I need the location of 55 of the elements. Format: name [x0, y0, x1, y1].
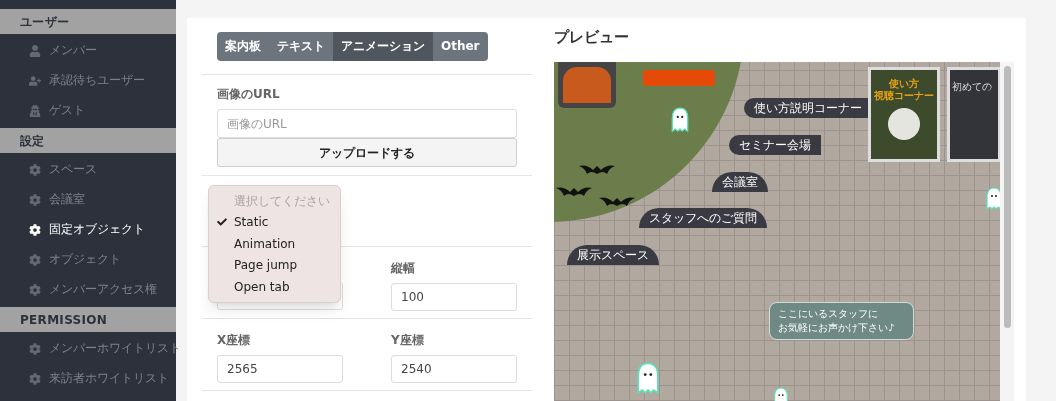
upload-button[interactable]: アップロードする — [217, 138, 517, 167]
coordinate-field[interactable]: 2565 — [217, 355, 343, 383]
ghost-icon — [634, 362, 662, 396]
sidebar-item[interactable]: オブジェクト — [0, 245, 176, 275]
sidebar-item[interactable]: 会議室 — [0, 185, 176, 215]
image-url-field[interactable]: 画像のURL — [217, 109, 517, 138]
tab[interactable]: 案内板 — [217, 31, 269, 61]
section-header: PERMISSION — [0, 307, 176, 332]
tab[interactable]: テキスト — [269, 31, 333, 61]
map-label: セミナー会場 — [729, 135, 821, 155]
sidebar-item[interactable]: メンバーホワイトリスト — [0, 334, 176, 364]
sign-text: 使い方 — [889, 78, 919, 90]
sidebar-item[interactable]: 固定オブジェクト — [0, 215, 176, 245]
ghost-icon — [669, 107, 691, 134]
checkmark-icon — [217, 217, 227, 228]
sidebar-item[interactable]: ゲスト — [0, 96, 176, 126]
field-label: 縦幅 — [391, 260, 416, 277]
user-icon — [29, 45, 41, 57]
speech-bubble: ここにいるスタッフに お気軽にお声かけ下さい♪ — [769, 302, 914, 340]
gear-icon — [29, 343, 41, 355]
tab[interactable]: アニメーション — [333, 31, 433, 61]
field-label: 画像のURL — [217, 86, 281, 103]
height-field[interactable]: 100 — [391, 283, 517, 311]
field-label: Y座標 — [391, 332, 425, 349]
guest-icon — [29, 105, 41, 117]
map-label: 展示スペース — [567, 245, 659, 265]
sign-text: 視聴コーナー — [874, 90, 934, 102]
gear-icon — [29, 284, 41, 296]
sidebar-item[interactable]: 承認待ちユーザー — [0, 66, 176, 96]
section-header: 設定 — [0, 128, 176, 153]
map-label: スタッフへのご質問 — [639, 208, 767, 228]
sidebar-item[interactable]: メンバー — [0, 36, 176, 66]
gear-icon — [29, 224, 41, 236]
dropdown-option[interactable]: Open tab — [209, 276, 340, 298]
dropdown-option[interactable]: Animation — [209, 233, 340, 255]
circle-drawing — [888, 108, 920, 140]
sidebar-item[interactable]: 来訪者ホワイトリスト — [0, 364, 176, 394]
section-header: ユーザー — [0, 9, 176, 34]
sidebar-item[interactable]: メンバーアクセス権 — [0, 275, 176, 305]
ghost-icon — [984, 187, 1000, 211]
preview-title: プレビュー — [554, 27, 630, 48]
dropdown-option[interactable]: Static — [209, 211, 340, 233]
field-label: X座標 — [217, 332, 252, 349]
gate-drawing — [558, 62, 616, 108]
gear-icon — [29, 373, 41, 385]
gear-icon — [29, 194, 41, 206]
dropdown-option[interactable]: Page jump — [209, 254, 340, 276]
tab[interactable]: Other — [433, 31, 488, 61]
gear-icon — [29, 164, 41, 176]
user-plus-icon — [29, 75, 41, 87]
coordinate-field[interactable]: 2540 — [391, 355, 517, 383]
sign-text: 初めての — [952, 81, 992, 92]
gear-icon — [29, 254, 41, 266]
map-label: 会議室 — [712, 172, 768, 192]
sidebar-item[interactable]: スペース — [0, 155, 176, 185]
